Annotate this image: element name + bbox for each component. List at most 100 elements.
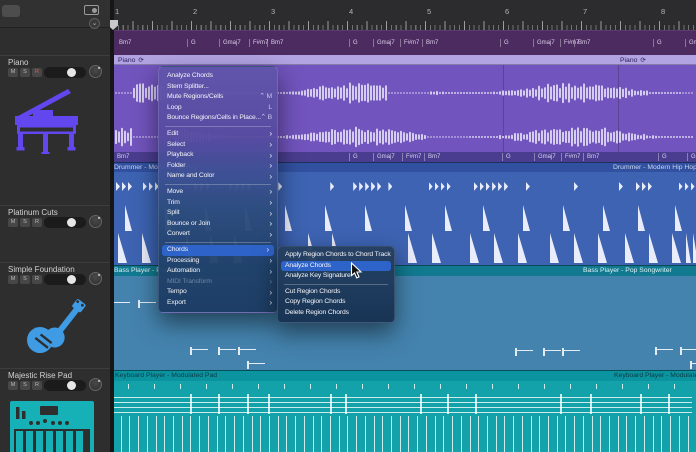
pan-knob[interactable] [89,378,102,391]
submenu-item-apply-region-chords[interactable]: Apply Region Chords to Chord Track [278,250,394,261]
submenu-arrow-icon [269,298,272,308]
grand-piano-icon [10,82,82,154]
chord-label: Bm7 [267,39,283,47]
chord-label: G [349,39,358,47]
menu-item-export[interactable]: Export [159,298,277,309]
menu-item-midi-transform: MIDI Transform [159,277,277,288]
volume-slider[interactable] [44,217,86,228]
record-enable-button[interactable]: R [32,68,42,77]
menu-item-analyze-chords[interactable]: Analyze Chords [159,71,277,82]
chord-label: G [187,39,196,47]
chord-label: Bm7 [583,153,599,161]
bar-number: 3 [271,7,275,16]
chord-label: G [349,153,358,161]
track-name: Platinum Cuts [8,208,58,217]
bass-guitar-icon [20,291,96,369]
menu-item-loop[interactable]: LoopL [159,103,277,114]
mute-button[interactable]: M [8,68,18,77]
menu-separator [165,242,271,243]
submenu-item-analyze-key-signature[interactable]: Analyze Key Signature [278,271,394,282]
track-header-platinum-cuts[interactable]: Platinum Cuts M S R [0,205,110,262]
solo-button[interactable]: S [20,68,30,77]
chord-label: Gmaj7 [534,153,556,161]
menu-separator [165,184,271,185]
mute-button[interactable]: M [8,275,18,284]
volume-slider-thumb[interactable] [67,218,76,227]
mute-button[interactable]: M [8,218,18,227]
bar-number: 8 [661,7,665,16]
submenu-arrow-icon [269,171,272,181]
record-enable-button[interactable]: R [32,275,42,284]
chord-label: Bm7 [422,39,438,47]
volume-slider[interactable] [44,67,86,78]
solo-button[interactable]: S [20,218,30,227]
chord-label: G [502,153,511,161]
chord-label: G [658,153,667,161]
volume-slider[interactable] [44,274,86,285]
track-header-piano[interactable]: Piano M S R [0,55,110,205]
volume-slider-thumb[interactable] [67,381,76,390]
keyboard-region[interactable]: Keyboard Player - Modulated Pad Keyboard… [110,370,696,452]
menu-item-name-and-color[interactable]: Name and Color [159,171,277,182]
chord-label: Gmaj7 [219,39,241,47]
menu-item-folder[interactable]: Folder [159,161,277,172]
disclosure-button[interactable]: ⌄ [89,18,100,29]
menu-item-tempo[interactable]: Tempo [159,287,277,298]
pan-knob[interactable] [89,215,102,228]
keyboard-region-header[interactable]: Keyboard Player - Modulated Pad Keyboard… [110,370,696,381]
pan-knob[interactable] [89,272,102,285]
submenu-arrow-icon [269,229,272,239]
bar-number: 5 [427,7,431,16]
record-enable-button[interactable]: R [32,218,42,227]
submenu-item-cut-region-chords[interactable]: Cut Region Chords [278,287,394,298]
region-name: Keyboard Player - Modulated Pad [115,372,217,379]
submenu-arrow-icon [269,129,272,139]
menu-item-convert[interactable]: Convert [159,229,277,240]
record-enable-button[interactable]: R [32,381,42,390]
chord-track[interactable]: Bm7 G Gmaj7 F#m7 Bm7 G Gmaj7 F#m7 Bm7 G … [110,30,696,55]
menu-item-stem-splitter[interactable]: Stem Splitter... [159,82,277,93]
pan-knob[interactable] [89,65,102,78]
submenu-item-delete-region-chords[interactable]: Delete Region Chords [278,308,394,319]
track-header-panel: ⌄ Piano M S R [0,0,110,452]
region-context-menu: Analyze Chords Stem Splitter... Mute Reg… [158,66,278,313]
chord-label: F#m7 [249,39,268,47]
track-header-simple-foundation[interactable]: Simple Foundation M S R [0,262,110,368]
menu-item-processing[interactable]: Processing [159,256,277,267]
piano-region-header[interactable]: Piano Piano [110,55,696,65]
display-mode-icon[interactable] [84,5,99,15]
submenu-arrow-icon [269,161,272,171]
logic-pro-window: ⌄ Piano M S R [0,0,696,452]
menu-item-split[interactable]: Split [159,208,277,219]
chord-label: F#m7 [561,153,580,161]
menu-item-playback[interactable]: Playback [159,150,277,161]
track-header-majestic-rise-pad[interactable]: Majestic Rise Pad M S R [0,368,110,452]
solo-button[interactable]: S [20,381,30,390]
menu-item-edit[interactable]: Edit [159,129,277,140]
menu-item-move[interactable]: Move [159,187,277,198]
submenu-arrow-icon [269,140,272,150]
menu-item-bounce-or-join[interactable]: Bounce or Join [159,219,277,230]
submenu-arrow-icon [269,266,272,276]
menu-item-automation[interactable]: Automation [159,266,277,277]
volume-slider[interactable] [44,380,86,391]
submenu-arrow-icon [266,245,269,255]
volume-slider-thumb[interactable] [67,275,76,284]
bar-ruler[interactable]: 1 2 3 4 5 6 7 8 [110,0,696,30]
menu-item-select[interactable]: Select [159,140,277,151]
bar-number: 6 [505,7,509,16]
submenu-arrow-icon [269,287,272,297]
keyboard-region-body[interactable] [110,381,696,452]
menu-item-trim[interactable]: Trim [159,198,277,209]
synthesizer-icon [8,399,100,452]
menu-item-chords[interactable]: Chords [162,245,274,256]
menu-item-bounce-in-place[interactable]: Bounce Regions/Cells in Place...⌃ B [159,113,277,124]
volume-slider-thumb[interactable] [67,68,76,77]
mute-button[interactable]: M [8,381,18,390]
submenu-arrow-icon [269,219,272,229]
menu-item-mute-regions[interactable]: Mute Regions/Cells⌃ M [159,92,277,103]
submenu-item-copy-region-chords[interactable]: Copy Region Chords [278,297,394,308]
track-panel-button[interactable] [2,5,20,17]
solo-button[interactable]: S [20,275,30,284]
submenu-item-analyze-chords[interactable]: Analyze Chords [281,261,391,272]
